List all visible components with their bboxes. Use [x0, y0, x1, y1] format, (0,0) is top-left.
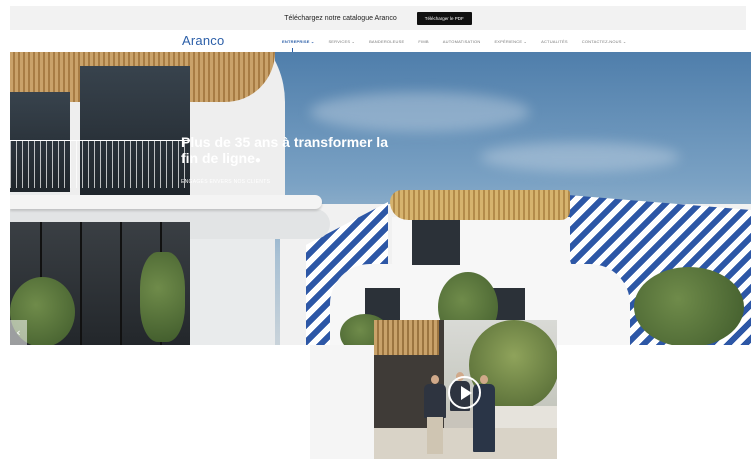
hero-wood-canopy	[390, 190, 570, 220]
hero-cloud	[310, 92, 530, 132]
announcement-text: Téléchargez notre catalogue Aranco	[284, 14, 397, 22]
nav-item-entreprise[interactable]: ENTREPRISE ⌄	[282, 39, 314, 44]
download-pdf-button[interactable]: Télécharger le PDF	[416, 11, 472, 25]
nav-item-fimb[interactable]: FIMB	[418, 39, 428, 44]
nav-item-experience[interactable]: EXPÉRIENCE ⌄	[494, 39, 527, 44]
slider-prev-button[interactable]: ‹	[10, 320, 27, 345]
play-icon	[460, 385, 472, 400]
hero-tree	[634, 267, 744, 345]
announcement-bar: Téléchargez notre catalogue Aranco Téléc…	[10, 6, 746, 30]
nav-item-contact[interactable]: CONTACTEZ-NOUS ⌄	[582, 39, 627, 44]
chevron-left-icon: ‹	[16, 326, 21, 339]
video-person	[424, 384, 446, 418]
hero-subtitle: ENGAGÉS ENVERS NOS CLIENTS	[181, 179, 271, 185]
video-person-head	[480, 375, 488, 384]
hero-balcony-railing	[10, 140, 190, 188]
brand-logo[interactable]: Aranco	[182, 33, 224, 48]
hero-banner: Plus de 35 ans à transformer la fin de l…	[10, 52, 751, 345]
hero-slab	[10, 195, 322, 209]
hero-mullion	[80, 222, 82, 345]
nav-item-actualites[interactable]: ACTUALITÉS	[541, 39, 568, 44]
play-video-button[interactable]	[448, 376, 481, 409]
video-person-legs	[427, 417, 443, 454]
page: Téléchargez notre catalogue Aranco Téléc…	[0, 0, 751, 459]
nav-menu: ENTREPRISE ⌄ SERVICES ⌄ BANDEROLEUSE FIM…	[282, 39, 626, 44]
hero-cloud	[480, 142, 680, 172]
video-floor	[374, 428, 557, 459]
nav-item-banderoleuse[interactable]: BANDEROLEUSE	[369, 39, 404, 44]
nav-item-automatisation[interactable]: AUTOMATISATION	[443, 39, 481, 44]
hero-title-dot: ●	[254, 155, 261, 166]
hero-window	[412, 220, 460, 265]
hero-mullion	[120, 222, 122, 345]
nav-item-services[interactable]: SERVICES ⌄	[328, 39, 355, 44]
video-person-head	[431, 375, 439, 384]
video-wood-cladding	[374, 320, 439, 355]
hero-title: Plus de 35 ans à transformer la fin de l…	[181, 134, 388, 166]
main-navbar: Aranco ENTREPRISE ⌄ SERVICES ⌄ BANDEROLE…	[10, 30, 746, 52]
hero-tree	[140, 252, 185, 342]
